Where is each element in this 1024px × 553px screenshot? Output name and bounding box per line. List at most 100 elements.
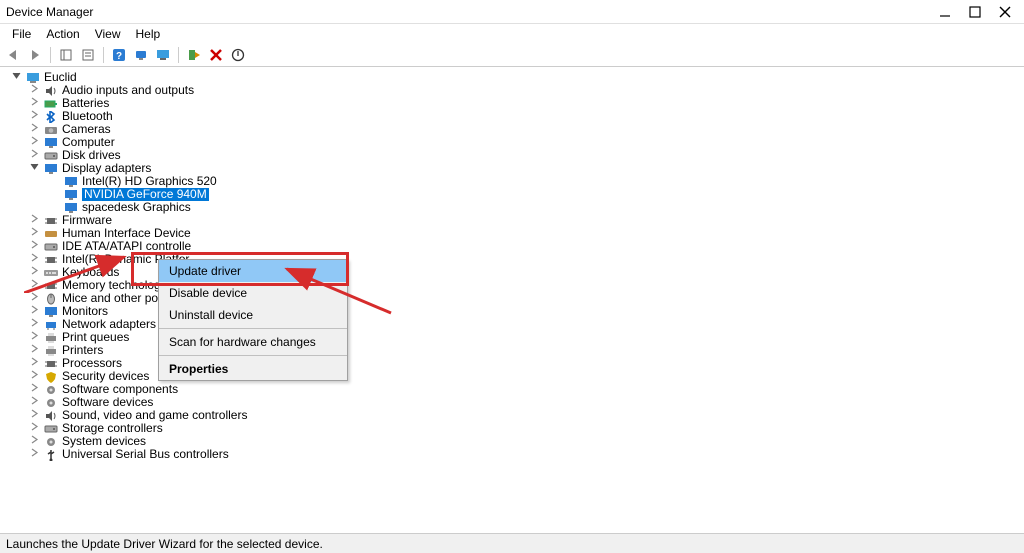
menu-help[interactable]: Help (130, 26, 167, 42)
expander-icon[interactable] (28, 123, 40, 136)
expander-icon[interactable] (28, 292, 40, 305)
tree-node-label: Universal Serial Bus controllers (62, 448, 229, 461)
update-driver-button[interactable] (185, 46, 203, 64)
expander-icon[interactable] (28, 409, 40, 422)
printer-icon (43, 344, 59, 358)
tree-category[interactable]: Bluetooth (6, 110, 1022, 123)
expander-icon[interactable] (28, 266, 40, 279)
tree-device[interactable]: spacedesk Graphics (6, 201, 1022, 214)
gear-icon (43, 435, 59, 449)
mouse-icon (43, 292, 59, 306)
chip-icon (43, 279, 59, 293)
expander-icon[interactable] (28, 240, 40, 253)
scan-hardware-button[interactable] (132, 46, 150, 64)
menu-item-update-driver[interactable]: Update driver (159, 260, 347, 282)
menu-separator (159, 328, 347, 329)
expander-icon[interactable] (10, 71, 22, 84)
menu-item-properties[interactable]: Properties (159, 358, 347, 380)
chip-icon (43, 214, 59, 228)
monitor-icon (43, 162, 59, 176)
expander-icon[interactable] (28, 305, 40, 318)
expander-icon[interactable] (28, 344, 40, 357)
expander-icon[interactable] (28, 162, 40, 175)
hid-icon (43, 227, 59, 241)
maximize-button[interactable] (968, 5, 982, 19)
keyboard-icon (43, 266, 59, 280)
expander-icon[interactable] (28, 435, 40, 448)
chip-icon (43, 357, 59, 371)
expander-icon[interactable] (28, 97, 40, 110)
expander-icon[interactable] (28, 110, 40, 123)
properties-button[interactable] (79, 46, 97, 64)
gear-icon (43, 383, 59, 397)
monitor-icon (43, 136, 59, 150)
menu-item-scan-for-hardware-changes[interactable]: Scan for hardware changes (159, 331, 347, 353)
tree-category[interactable]: Cameras (6, 123, 1022, 136)
shield-icon (43, 370, 59, 384)
tree-category[interactable]: Batteries (6, 97, 1022, 110)
expander-icon[interactable] (28, 331, 40, 344)
drive-icon (43, 149, 59, 163)
menu-separator (159, 355, 347, 356)
tree-category[interactable]: Audio inputs and outputs (6, 84, 1022, 97)
battery-icon (43, 97, 59, 111)
forward-button[interactable] (26, 46, 44, 64)
computer-icon-button[interactable] (154, 46, 172, 64)
camera-icon (43, 123, 59, 137)
tree-category[interactable]: Universal Serial Bus controllers (6, 448, 1022, 461)
expander-icon[interactable] (28, 318, 40, 331)
toolbar-separator (103, 47, 104, 63)
net-icon (43, 318, 59, 332)
expander-icon[interactable] (28, 370, 40, 383)
monitor-icon (43, 305, 59, 319)
expander-icon[interactable] (28, 383, 40, 396)
expander-icon[interactable] (28, 136, 40, 149)
device-tree[interactable]: EuclidAudio inputs and outputsBatteriesB… (0, 67, 1024, 533)
status-text: Launches the Update Driver Wizard for th… (6, 537, 323, 551)
speaker-icon (43, 84, 59, 98)
drive-icon (43, 422, 59, 436)
tree-category[interactable]: Storage controllers (6, 422, 1022, 435)
toolbar: ? (0, 44, 1024, 67)
expander-icon[interactable] (28, 396, 40, 409)
close-button[interactable] (998, 5, 1012, 19)
context-menu: Update driverDisable deviceUninstall dev… (158, 259, 348, 381)
minimize-button[interactable] (938, 5, 952, 19)
svg-text:?: ? (116, 51, 122, 62)
expander-icon[interactable] (28, 149, 40, 162)
menu-action[interactable]: Action (40, 26, 85, 42)
pc-icon (25, 71, 41, 85)
monitor-icon (63, 188, 79, 202)
expander-icon[interactable] (28, 279, 40, 292)
status-bar: Launches the Update Driver Wizard for th… (0, 533, 1024, 553)
back-button[interactable] (4, 46, 22, 64)
toolbar-separator (50, 47, 51, 63)
expander-icon[interactable] (28, 357, 40, 370)
menu-item-disable-device[interactable]: Disable device (159, 282, 347, 304)
expander-icon[interactable] (28, 448, 40, 461)
menu-file[interactable]: File (6, 26, 37, 42)
menubar: File Action View Help (0, 24, 1024, 44)
disable-button[interactable] (229, 46, 247, 64)
help-button[interactable]: ? (110, 46, 128, 64)
usb-icon (43, 448, 59, 462)
tree-category[interactable]: Computer (6, 136, 1022, 149)
title-bar: Device Manager (0, 0, 1024, 24)
expander-icon[interactable] (28, 214, 40, 227)
chip-icon (43, 253, 59, 267)
menu-item-uninstall-device[interactable]: Uninstall device (159, 304, 347, 326)
menu-view[interactable]: View (89, 26, 127, 42)
tree-category[interactable]: Software components (6, 383, 1022, 396)
monitor-icon (63, 175, 79, 189)
expander-icon[interactable] (28, 227, 40, 240)
printer-icon (43, 331, 59, 345)
speaker-icon (43, 409, 59, 423)
expander-icon[interactable] (28, 253, 40, 266)
bluetooth-icon (43, 110, 59, 124)
expander-icon[interactable] (28, 84, 40, 97)
uninstall-button[interactable] (207, 46, 225, 64)
show-hide-console-button[interactable] (57, 46, 75, 64)
gear-icon (43, 396, 59, 410)
tree-category[interactable]: Disk drives (6, 149, 1022, 162)
expander-icon[interactable] (28, 422, 40, 435)
